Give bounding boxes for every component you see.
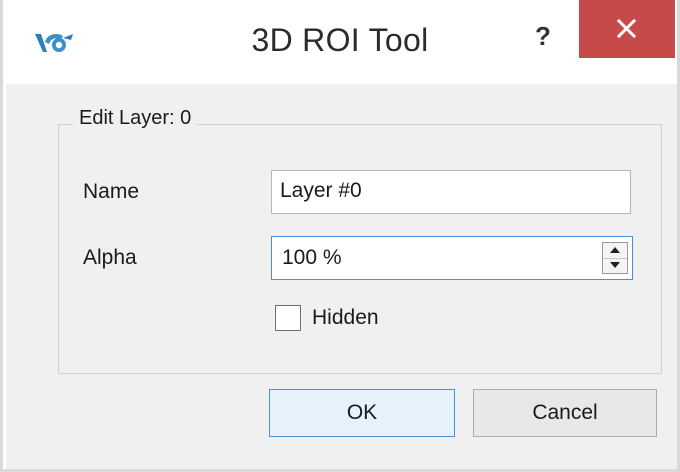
arrow-up-icon (610, 247, 620, 253)
spin-down-button[interactable] (603, 258, 627, 273)
hidden-checkbox-label[interactable]: Hidden (312, 306, 379, 330)
hidden-checkbox[interactable] (275, 305, 301, 331)
alpha-spinbox[interactable]: 100 % (271, 236, 633, 280)
arrow-down-icon (610, 262, 620, 268)
title-bar: 3D ROI Tool ? (3, 0, 677, 84)
groupbox-title: Edit Layer: 0 (73, 107, 198, 130)
dialog-window: 3D ROI Tool ? Edit Layer: 0 Name Layer #… (0, 0, 680, 472)
help-button[interactable]: ? (528, 18, 558, 54)
name-label: Name (83, 180, 140, 203)
close-button[interactable] (579, 0, 675, 58)
window-title: 3D ROI Tool (251, 22, 429, 58)
alpha-spin-buttons (602, 242, 628, 274)
cancel-button[interactable]: Cancel (473, 389, 657, 437)
spin-up-button[interactable] (603, 243, 627, 259)
dialog-body: Edit Layer: 0 Name Layer #0 Alpha 100 % … (6, 84, 677, 469)
name-input[interactable]: Layer #0 (271, 170, 631, 214)
close-icon (579, 18, 675, 62)
ok-button[interactable]: OK (269, 389, 455, 437)
alpha-label: Alpha (83, 246, 137, 269)
alpha-value[interactable]: 100 % (282, 246, 342, 270)
